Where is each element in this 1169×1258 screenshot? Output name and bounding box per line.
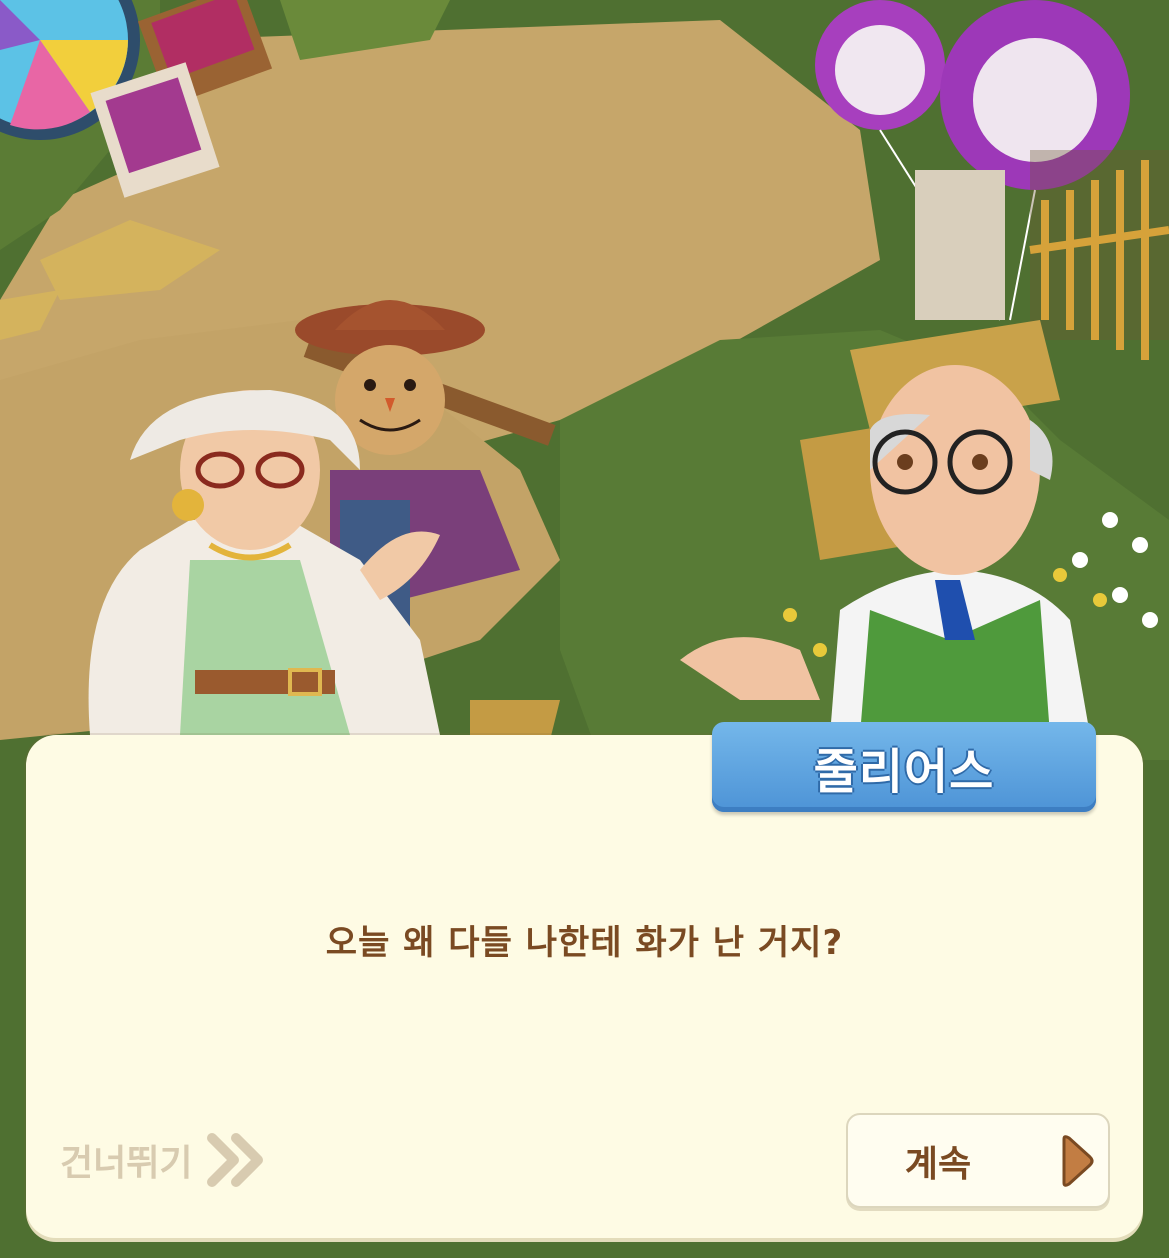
play-triangle-icon (1062, 1135, 1094, 1187)
continue-label: 계속 (904, 1143, 972, 1185)
skip-label: 건너뛰기 (60, 1143, 193, 1184)
dialog-message: 오늘 왜 다들 나한테 화가 난 거지? (325, 923, 844, 963)
speaker-name: 줄리어스 (813, 744, 995, 800)
skip-button[interactable]: 건너뛰기 (60, 1130, 268, 1190)
continue-button[interactable]: 계속 (846, 1113, 1110, 1208)
speaker-name-plate: 줄리어스 (712, 722, 1096, 812)
double-chevron-right-icon (207, 1133, 264, 1187)
stone-pillar (915, 170, 1005, 320)
